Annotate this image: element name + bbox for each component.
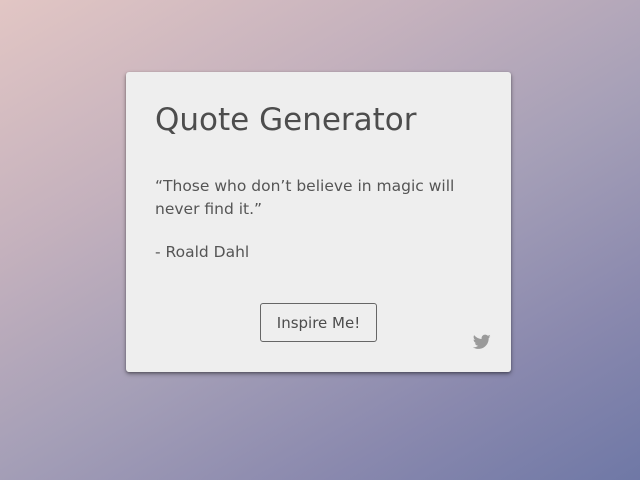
inspire-me-button[interactable]: Inspire Me! [260,303,377,342]
quote-author: - Roald Dahl [155,243,250,261]
quote-text: “Those who don’t believe in magic will n… [155,177,455,218]
twitter-bird-icon [473,334,491,349]
quote-card: Quote Generator “Those who don’t believe… [126,72,511,372]
twitter-icon[interactable] [473,334,491,350]
page-title: Quote Generator [155,102,417,138]
